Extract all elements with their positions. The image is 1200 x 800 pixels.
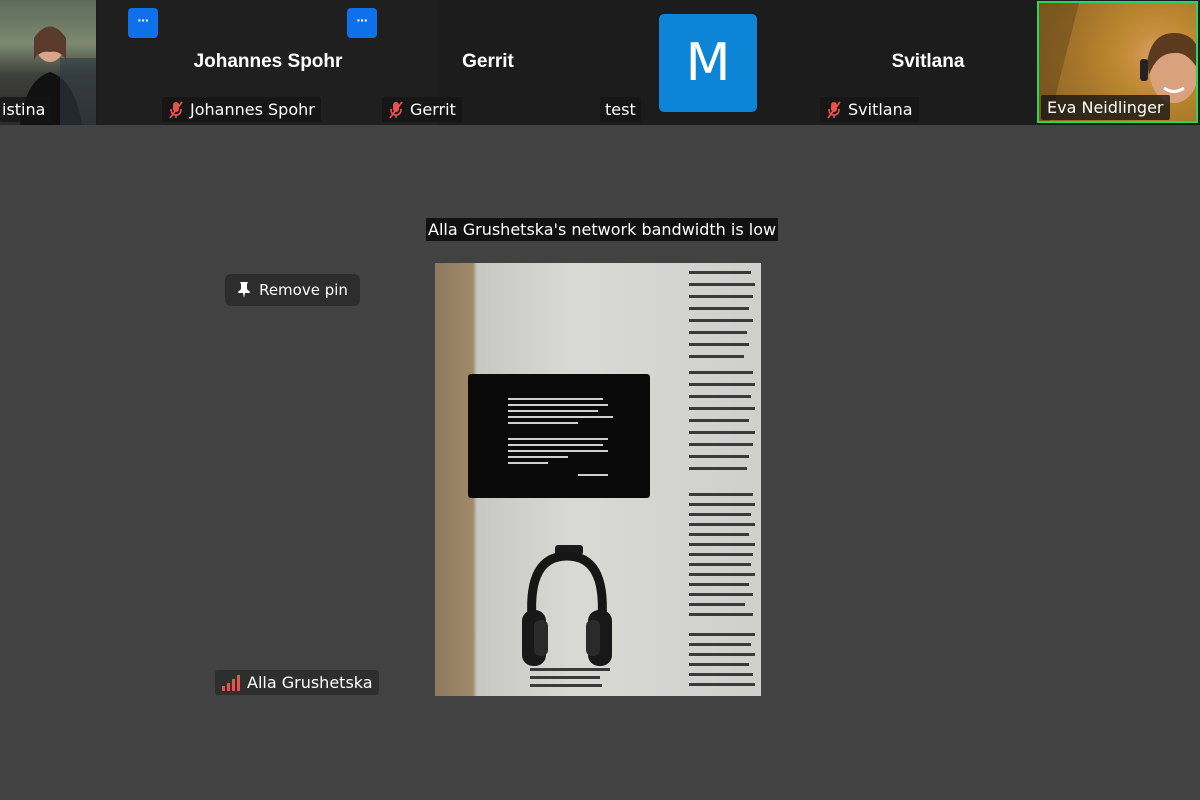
network-bandwidth-banner: Alla Grushetska's network bandwidth is l… [426,218,779,241]
participant-name: istina [2,100,46,119]
pinned-participant-label: Alla Grushetska [215,670,379,695]
participant-tile-svitlana[interactable]: Svitlana Svitlana [780,0,1036,125]
headphones-icon [522,551,612,666]
muted-mic-icon [827,100,841,119]
more-options-button[interactable]: ··· [347,8,377,38]
participant-tile-eva-neidlinger[interactable]: Eva Neidlinger [1037,1,1200,123]
participant-display-name: Gerrit [462,51,514,72]
participant-name: Eva Neidlinger [1047,98,1164,117]
pin-icon [238,282,251,298]
video-content-screen [468,374,650,498]
participant-name: Svitlana [848,100,913,119]
participant-label-test: test [600,97,641,122]
participant-label: Svitlana [820,97,919,122]
participant-name: Alla Grushetska [247,673,373,692]
participant-display-name: Svitlana [891,51,965,72]
more-options-button[interactable]: ··· [128,8,158,38]
participant-label: Gerrit [382,97,462,122]
participant-tile-kristina[interactable]: istina [0,0,96,125]
pinned-participant-video[interactable] [435,263,761,696]
video-content-text [685,263,761,696]
participant-label: Johannes Spohr [162,97,321,122]
meeting-window: istina ··· Johannes Spohr Johannes Spohr… [0,0,1200,800]
low-signal-icon [222,674,240,691]
remove-pin-button[interactable]: Remove pin [225,274,360,306]
muted-mic-icon [169,100,183,119]
remove-pin-label: Remove pin [259,281,348,299]
participant-label: Eva Neidlinger [1041,95,1170,120]
participant-name: Gerrit [410,100,456,119]
participant-avatar-test[interactable]: M [659,14,757,112]
participant-name: test [605,100,636,119]
participant-name: Johannes Spohr [190,100,315,119]
participant-label: istina [0,97,52,122]
participant-strip: istina ··· Johannes Spohr Johannes Spohr… [0,0,1200,125]
muted-mic-icon [389,100,403,119]
